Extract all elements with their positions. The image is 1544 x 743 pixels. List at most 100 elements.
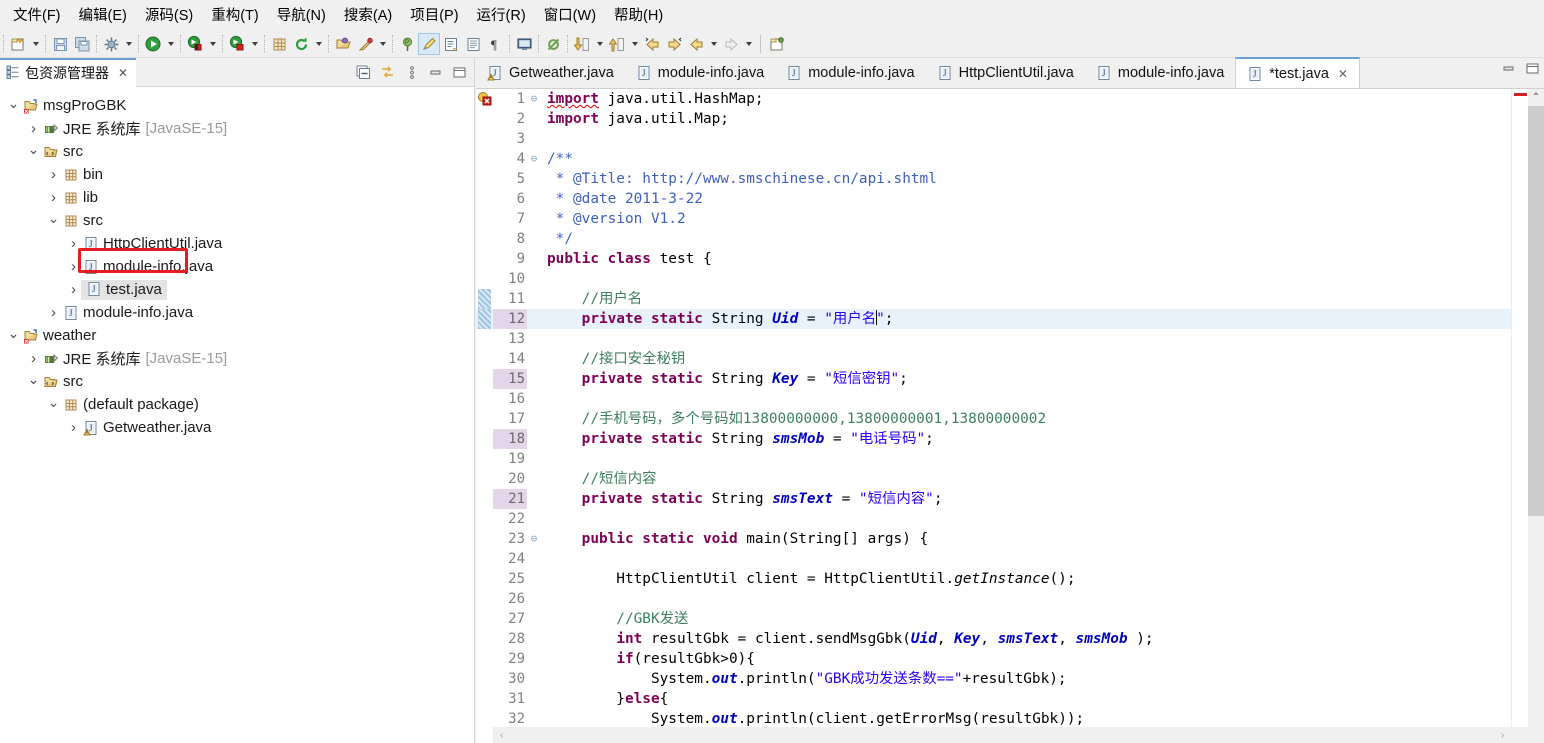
fold-toggle-icon[interactable] xyxy=(527,429,541,449)
new-dropdown-icon[interactable] xyxy=(29,33,42,55)
tree-item-content[interactable]: JRE 系统库 [JavaSE-15] xyxy=(41,348,227,369)
tree-item-content[interactable]: weather xyxy=(21,327,96,344)
chevron-down-icon[interactable] xyxy=(26,145,41,159)
fold-toggle-icon[interactable] xyxy=(527,189,541,209)
code-line-10[interactable]: 10 xyxy=(476,269,1511,289)
chevron-down-icon[interactable] xyxy=(46,398,61,412)
tree-item-httpclientutil[interactable]: J HttpClientUtil.java xyxy=(0,232,474,255)
code-line-29[interactable]: 29 if(resultGbk>0){ xyxy=(476,649,1511,669)
editor-tab-1[interactable]: Jmodule-info.java xyxy=(625,57,775,88)
run-icon[interactable] xyxy=(142,33,164,55)
tree-item-content[interactable]: bin xyxy=(61,166,103,183)
error-icon[interactable] xyxy=(477,91,492,106)
code-line-11[interactable]: 11 //用户名 xyxy=(476,289,1511,309)
annotation-icon[interactable]: P xyxy=(396,33,418,55)
tree-item-default-package[interactable]: (default package) xyxy=(0,393,474,416)
tree-item-weather[interactable]: weather xyxy=(0,324,474,347)
fold-toggle-icon[interactable] xyxy=(527,549,541,569)
save-all-icon[interactable] xyxy=(71,33,93,55)
code-line-32[interactable]: 32 System.out.println(client.getErrorMsg… xyxy=(476,709,1511,727)
fold-toggle-icon[interactable] xyxy=(527,329,541,349)
code-line-6[interactable]: 6 * @date 2011-3-22 xyxy=(476,189,1511,209)
build-dropdown-icon[interactable] xyxy=(122,33,135,55)
fold-toggle-icon[interactable] xyxy=(527,269,541,289)
editor-tab-0[interactable]: J Getweather.java xyxy=(476,57,625,88)
fold-toggle-icon[interactable] xyxy=(527,169,541,189)
open-type-icon[interactable] xyxy=(332,33,354,55)
menu-window[interactable]: 窗口(W) xyxy=(535,4,605,28)
back-dropdown-icon[interactable] xyxy=(707,33,720,55)
code-lines[interactable]: 1 ⊖ import java.util.HashMap; 2 import java.… xyxy=(476,89,1511,727)
editor-vertical-scrollbar[interactable]: ⌃ ⌄ xyxy=(1528,89,1544,743)
tree-item-content[interactable]: src xyxy=(41,373,83,390)
code-line-14[interactable]: 14 //接口安全秘钥 xyxy=(476,349,1511,369)
tree-item-bin[interactable]: bin xyxy=(0,163,474,186)
fold-toggle-icon[interactable]: ⊖ xyxy=(527,149,541,169)
search-icon[interactable] xyxy=(354,33,376,55)
close-icon[interactable]: ✕ xyxy=(118,66,128,80)
fold-toggle-icon[interactable] xyxy=(527,609,541,629)
code-line-8[interactable]: 8 */ xyxy=(476,229,1511,249)
fold-toggle-icon[interactable] xyxy=(527,689,541,709)
fold-toggle-icon[interactable] xyxy=(527,509,541,529)
pilcrow-icon[interactable]: ¶ xyxy=(484,33,506,55)
chevron-right-icon[interactable] xyxy=(46,305,61,320)
step-up-dropdown-icon[interactable] xyxy=(628,33,641,55)
code-line-15[interactable]: 15 private static String Key = "短信密钥"; xyxy=(476,369,1511,389)
marker-icon[interactable] xyxy=(418,33,440,55)
code-line-20[interactable]: 20 //短信内容 xyxy=(476,469,1511,489)
chevron-right-icon[interactable] xyxy=(46,167,61,182)
code-line-28[interactable]: 28 int resultGbk = client.sendMsgGbk(Uid… xyxy=(476,629,1511,649)
tree-item-content[interactable]: J HttpClientUtil.java xyxy=(81,235,222,252)
close-icon[interactable]: ✕ xyxy=(1338,67,1348,81)
code-line-19[interactable]: 19 xyxy=(476,449,1511,469)
tree-item-jre-weather[interactable]: JRE 系统库[JavaSE-15] xyxy=(0,347,474,370)
code-line-17[interactable]: 17 //手机号码，多个号码如13800000000,13800000001,1… xyxy=(476,409,1511,429)
editor-tab-4[interactable]: Jmodule-info.java xyxy=(1085,57,1235,88)
fold-toggle-icon[interactable] xyxy=(527,469,541,489)
fold-toggle-icon[interactable] xyxy=(527,629,541,649)
fold-toggle-icon[interactable] xyxy=(527,349,541,369)
fold-toggle-icon[interactable] xyxy=(527,449,541,469)
coverage-icon[interactable] xyxy=(226,33,248,55)
maximize-icon[interactable] xyxy=(451,64,468,81)
fold-toggle-icon[interactable] xyxy=(527,209,541,229)
forward-dropdown-icon[interactable] xyxy=(742,33,755,55)
step-down-dropdown-icon[interactable] xyxy=(593,33,606,55)
view-menu-icon[interactable] xyxy=(403,64,420,81)
code-line-26[interactable]: 26 xyxy=(476,589,1511,609)
fold-toggle-icon[interactable] xyxy=(527,289,541,309)
fold-toggle-icon[interactable] xyxy=(527,369,541,389)
code-line-3[interactable]: 3 xyxy=(476,129,1511,149)
tree-item-content[interactable]: msgProGBK xyxy=(21,97,126,114)
tree-item-module-info-2[interactable]: Jmodule-info.java xyxy=(0,301,474,324)
tree-item-getweather[interactable]: J Getweather.java xyxy=(0,416,474,439)
overview-ruler[interactable] xyxy=(1511,89,1528,743)
chevron-right-icon[interactable] xyxy=(66,282,81,297)
debug-icon[interactable] xyxy=(184,33,206,55)
fold-toggle-icon[interactable] xyxy=(527,489,541,509)
step-up-icon[interactable] xyxy=(606,33,628,55)
menu-refactor[interactable]: 重构(T) xyxy=(202,4,268,28)
menu-edit[interactable]: 编辑(E) xyxy=(70,4,136,28)
menu-project[interactable]: 项目(P) xyxy=(401,4,467,28)
tab-package-explorer[interactable]: 包资源管理器 ✕ xyxy=(0,57,137,87)
code-line-7[interactable]: 7 * @version V1.2 xyxy=(476,209,1511,229)
code-line-16[interactable]: 16 xyxy=(476,389,1511,409)
code-editor[interactable]: 1 ⊖ import java.util.HashMap; 2 import java.… xyxy=(476,89,1544,743)
chevron-down-icon[interactable] xyxy=(6,99,21,113)
back-icon[interactable] xyxy=(685,33,707,55)
next-annotation-icon[interactable] xyxy=(663,33,685,55)
tree-item-src-pkg[interactable]: src xyxy=(0,209,474,232)
chevron-down-icon[interactable] xyxy=(46,214,61,228)
collapse-all-icon[interactable] xyxy=(355,64,372,81)
editor-tab-3[interactable]: J HttpClientUtil.java xyxy=(926,57,1085,88)
fold-toggle-icon[interactable] xyxy=(527,229,541,249)
tree-item-content[interactable]: lib xyxy=(61,189,98,206)
step-down-icon[interactable] xyxy=(571,33,593,55)
tree-item-lib[interactable]: lib xyxy=(0,186,474,209)
fold-toggle-icon[interactable] xyxy=(527,309,541,329)
fold-toggle-icon[interactable] xyxy=(527,389,541,409)
code-line-5[interactable]: 5 * @Title: http://www.smschinese.cn/api… xyxy=(476,169,1511,189)
code-line-12[interactable]: 12 private static String Uid = "用户名"; xyxy=(476,309,1511,329)
